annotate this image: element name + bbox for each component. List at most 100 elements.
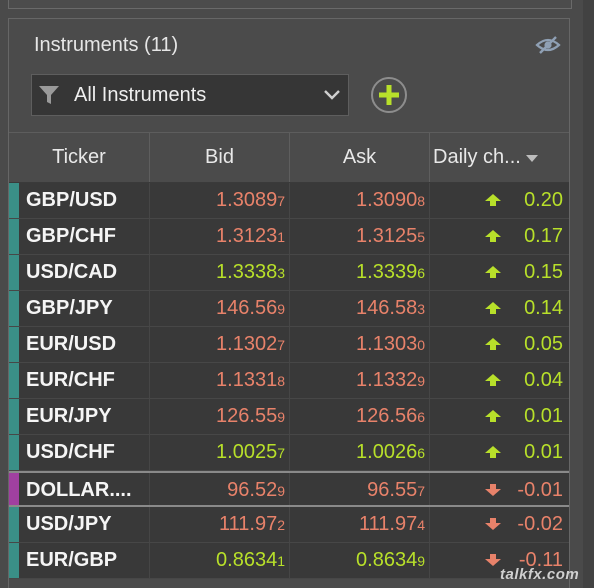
arrow-up-icon [485,374,501,386]
ask-price[interactable]: 1.30908 [289,183,425,217]
bid-price-pip: 7 [277,193,285,209]
arrow-up-icon [485,230,501,242]
ask-price[interactable]: 1.13329 [289,363,425,397]
ticker-symbol: USD/CAD [26,261,118,283]
bid-price-main: 111.97 [219,513,278,535]
bid-price[interactable]: 126.559 [149,399,285,433]
ask-price[interactable]: 146.583 [289,291,425,325]
add-instrument-button[interactable] [371,77,407,113]
ask-price[interactable]: 126.566 [289,399,425,433]
ask-price[interactable]: 1.31255 [289,219,425,253]
ticker-symbol: EUR/USD [26,333,117,355]
bid-price[interactable]: 1.00257 [149,435,285,469]
daily-change-value: -0.01 [517,479,563,501]
bid-price-main: 1.3338 [216,261,278,283]
filter-selected-value: All Instruments [74,84,207,106]
bid-price[interactable]: 1.31231 [149,219,285,253]
bid-price[interactable]: 1.13027 [149,327,285,361]
instrument-row[interactable]: USD/CAD 1.33383 1.33396 0.15 [9,255,569,291]
bid-price-main: 96.52 [227,479,278,501]
bid-price[interactable]: 1.13318 [149,363,285,397]
ask-price[interactable]: 0.86349 [289,543,425,577]
arrow-down-icon [485,484,501,496]
instrument-row[interactable]: EUR/CHF 1.13318 1.13329 0.04 [9,363,569,399]
row-color-mark [9,543,19,578]
daily-change-cell: 0.15 [429,255,563,289]
daily-change-value: 0.05 [524,333,563,355]
ask-price[interactable]: 1.33396 [289,255,425,289]
plus-icon [379,85,399,105]
instrument-row[interactable]: EUR/JPY 126.559 126.566 0.01 [9,399,569,435]
arrow-up-icon [485,194,501,206]
sort-desc-icon [525,154,538,162]
column-header-ask-label: Ask [342,146,377,168]
ask-price-main: 96.55 [367,479,418,501]
row-color-mark [9,507,19,542]
arrow-up-icon [485,410,501,422]
daily-change-cell: 0.01 [429,435,563,469]
bid-price-pip: 9 [277,409,285,425]
ask-price[interactable]: 96.557 [289,473,425,507]
arrow-down-icon [485,518,501,530]
bid-price-pip: 1 [277,553,285,569]
grid-header: Ticker Bid Ask Daily ch... [9,132,569,183]
bid-price-main: 1.3089 [216,189,278,211]
ask-price[interactable]: 1.13030 [289,327,425,361]
ask-price-main: 1.1332 [356,369,418,391]
ask-price-pip: 5 [417,229,425,245]
column-header-ticker[interactable]: Ticker [9,133,149,182]
bid-price-main: 1.0025 [216,441,278,463]
bid-price[interactable]: 96.529 [149,473,285,507]
column-header-bid-label: Bid [205,146,234,168]
instrument-row[interactable]: USD/JPY 111.972 111.974 -0.02 [9,507,569,543]
ask-price-pip: 7 [417,483,425,499]
daily-change-cell: 0.20 [429,183,563,217]
arrow-up-icon [485,266,501,278]
column-header-daily-change[interactable]: Daily ch... [429,133,569,182]
daily-change-cell: 0.14 [429,291,563,325]
bid-price-main: 1.3123 [216,225,278,247]
instrument-row[interactable]: USD/CHF 1.00257 1.00266 0.01 [9,435,569,471]
instrument-row[interactable]: GBP/JPY 146.569 146.583 0.14 [9,291,569,327]
bid-price[interactable]: 1.30897 [149,183,285,217]
daily-change-value: 0.15 [524,261,563,283]
row-color-mark [9,473,19,505]
ask-price-pip: 9 [417,553,425,569]
instrument-row[interactable]: EUR/GBP 0.86341 0.86349 -0.11 [9,543,569,579]
column-header-bid[interactable]: Bid [149,133,289,182]
bid-price[interactable]: 111.972 [149,507,285,541]
row-color-mark [9,327,19,362]
bid-price-main: 146.56 [216,297,278,319]
ask-price-pip: 4 [417,517,425,533]
ask-price-pip: 6 [417,409,425,425]
bid-price-pip: 1 [277,229,285,245]
daily-change-value: -0.02 [517,513,563,535]
instrument-row[interactable]: GBP/CHF 1.31231 1.31255 0.17 [9,219,569,255]
bid-price[interactable]: 146.569 [149,291,285,325]
instruments-panel: Instruments (11) All Instruments Ticker … [8,18,570,588]
ask-price-main: 111.97 [359,513,418,535]
bid-price[interactable]: 0.86341 [149,543,285,577]
bid-price[interactable]: 1.33383 [149,255,285,289]
instrument-row[interactable]: DOLLAR.... 96.529 96.557 -0.01 [9,471,569,507]
bid-price-pip: 2 [277,517,285,533]
scroll-gutter [583,0,594,588]
daily-change-cell: 0.17 [429,219,563,253]
instrument-row[interactable]: EUR/USD 1.13027 1.13030 0.05 [9,327,569,363]
column-header-daily-change-label: Daily ch... [433,146,521,168]
column-header-ask[interactable]: Ask [289,133,429,182]
ask-price-main: 1.3090 [356,189,418,211]
instrument-filter-dropdown[interactable]: All Instruments [31,74,349,116]
instrument-row[interactable]: GBP/USD 1.30897 1.30908 0.20 [9,183,569,219]
row-color-mark [9,435,19,470]
bid-price-pip: 7 [277,337,285,353]
grid-body: GBP/USD 1.30897 1.30908 0.20 GBP/CHF 1.3… [9,183,569,579]
ask-price-main: 1.3339 [356,261,418,283]
hide-eye-icon[interactable] [535,35,561,55]
daily-change-value: 0.04 [524,369,563,391]
ask-price[interactable]: 111.974 [289,507,425,541]
ask-price[interactable]: 1.00266 [289,435,425,469]
daily-change-value: 0.01 [524,405,563,427]
row-color-mark [9,183,19,218]
bid-price-pip: 7 [277,445,285,461]
